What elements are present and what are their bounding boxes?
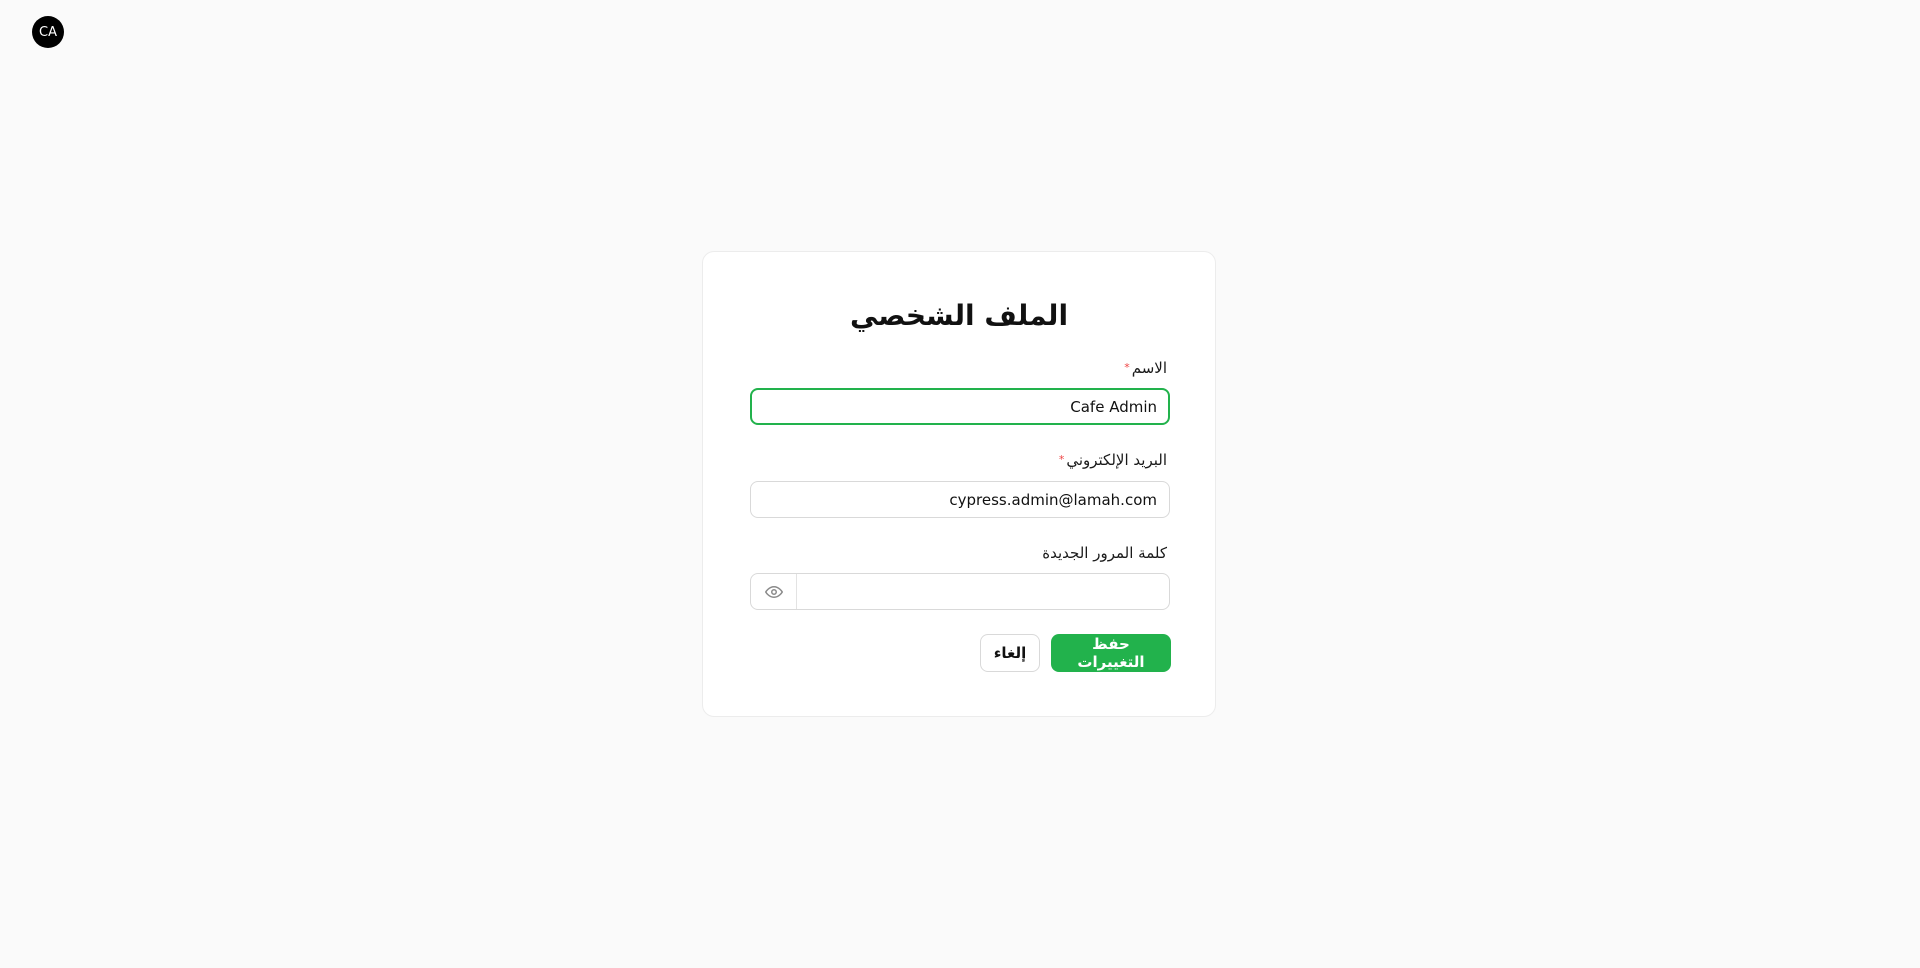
new-password-input[interactable] <box>797 574 1169 609</box>
password-label-text: كلمة المرور الجديدة <box>1042 544 1167 562</box>
toggle-password-visibility-button[interactable] <box>751 574 797 609</box>
eye-icon <box>764 585 783 598</box>
password-label: كلمة المرور الجديدة <box>1042 543 1167 563</box>
name-label-text: الاسم <box>1131 359 1167 377</box>
email-required-mark: * <box>1058 453 1065 466</box>
email-label-text: البريد الإلكتروني <box>1066 451 1167 469</box>
email-input[interactable] <box>750 481 1170 518</box>
name-input[interactable] <box>750 388 1170 425</box>
name-label: الاسم* <box>1124 358 1167 378</box>
save-changes-button[interactable]: حفظ التغييرات <box>1051 634 1171 672</box>
profile-card: الملف الشخصي الاسم* البريد الإلكتروني* ك… <box>702 251 1216 717</box>
cancel-button[interactable]: إلغاء <box>980 634 1040 672</box>
page-title: الملف الشخصي <box>849 299 1069 332</box>
user-avatar[interactable]: CA <box>32 16 64 48</box>
email-label: البريد الإلكتروني* <box>1059 450 1167 470</box>
name-required-mark: * <box>1124 361 1130 374</box>
password-field-group <box>750 573 1170 610</box>
